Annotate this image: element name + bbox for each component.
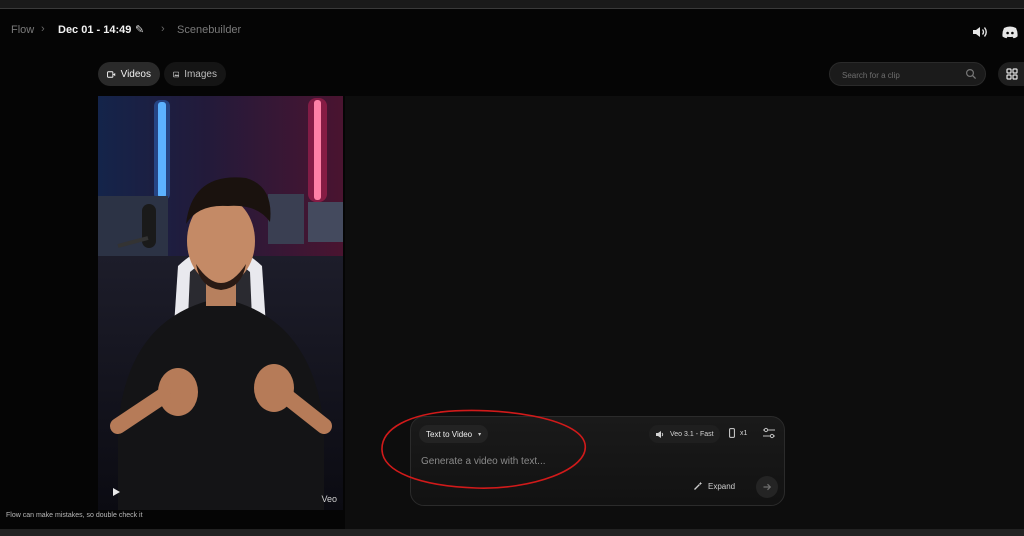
window-top-border bbox=[0, 0, 1024, 9]
grid-view-button[interactable] bbox=[998, 62, 1024, 86]
arrow-right-icon bbox=[763, 483, 772, 491]
breadcrumb-flow[interactable]: Flow bbox=[11, 24, 34, 36]
disclaimer-text: Flow can make mistakes, so double check … bbox=[6, 512, 143, 519]
model-selector[interactable]: Veo 3.1 - Fast bbox=[649, 425, 720, 443]
discord-icon[interactable] bbox=[1000, 22, 1020, 42]
sliders-icon[interactable] bbox=[762, 427, 776, 439]
prompt-composer: Text to Video ▾ Veo 3.1 - Fast x1 Expand bbox=[410, 416, 785, 506]
speaker-icon bbox=[656, 430, 664, 438]
caret-down-icon: ▾ bbox=[478, 431, 482, 438]
project-title[interactable]: Dec 01 - 14:49 bbox=[58, 24, 131, 36]
veo-badge: Veo bbox=[321, 494, 337, 504]
breadcrumb-scenebuilder[interactable]: Scenebuilder bbox=[177, 24, 241, 36]
chevron-right-icon: › bbox=[41, 23, 45, 35]
prompt-input[interactable] bbox=[419, 451, 723, 471]
speaker-icon[interactable] bbox=[970, 22, 990, 42]
bottom-bar bbox=[0, 529, 1024, 536]
mode-label: Text to Video bbox=[426, 429, 473, 439]
mode-dropdown[interactable]: Text to Video ▾ bbox=[419, 425, 489, 443]
output-count[interactable]: x1 bbox=[729, 428, 747, 438]
header: Flow › Dec 01 - 14:49 ✎ › Scenebuilder bbox=[0, 18, 1024, 46]
pencil-icon[interactable]: ✎ bbox=[135, 23, 144, 36]
model-label: Veo 3.1 - Fast bbox=[670, 430, 714, 438]
clip-search bbox=[829, 62, 986, 86]
search-icon[interactable] bbox=[965, 68, 977, 80]
image-icon bbox=[173, 71, 180, 77]
video-clip-thumbnail[interactable]: Veo bbox=[98, 96, 343, 510]
count-label: x1 bbox=[740, 429, 748, 437]
video-frame-image bbox=[98, 96, 343, 510]
send-button[interactable] bbox=[756, 476, 778, 498]
expand-label: Expand bbox=[708, 481, 736, 491]
magic-wand-icon bbox=[694, 481, 703, 490]
video-icon bbox=[107, 70, 116, 78]
tab-images[interactable]: Images bbox=[164, 62, 226, 86]
tab-videos-label: Videos bbox=[120, 68, 151, 80]
tab-videos[interactable]: Videos bbox=[98, 62, 160, 86]
grid-icon bbox=[1006, 68, 1018, 80]
play-icon[interactable] bbox=[110, 486, 122, 498]
chevron-right-icon: › bbox=[161, 23, 165, 35]
tab-images-label: Images bbox=[184, 68, 217, 80]
portrait-aspect-icon bbox=[729, 428, 735, 438]
expand-button[interactable]: Expand bbox=[693, 481, 735, 491]
search-input[interactable] bbox=[840, 67, 964, 83]
